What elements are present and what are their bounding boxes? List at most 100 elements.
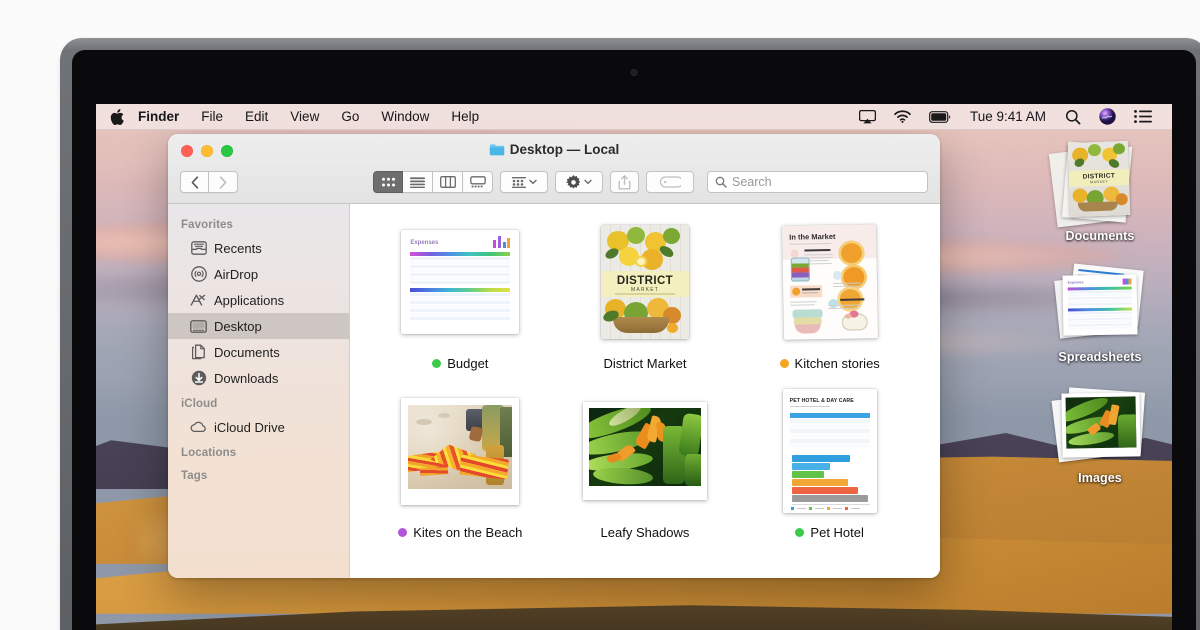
file-label: Budget <box>447 356 489 371</box>
downloads-icon <box>190 370 207 387</box>
desktop-stack-documents[interactable]: DISTRICT MARKET Documents <box>1036 138 1164 243</box>
laptop-frame: Finder File Edit View Go Window Help Tue… <box>60 38 1200 630</box>
gallery-view-button[interactable] <box>463 171 493 193</box>
file-label: Kites on the Beach <box>413 525 523 540</box>
sidebar-item-downloads[interactable]: Downloads <box>168 365 349 391</box>
menu-item-go[interactable]: Go <box>330 104 370 130</box>
window-title: Desktop — Local <box>509 142 620 157</box>
nav-buttons <box>180 171 238 193</box>
desktop-stack-images[interactable]: Images <box>1036 380 1164 485</box>
tags-button[interactable] <box>646 171 694 193</box>
search-icon[interactable] <box>1056 109 1090 125</box>
sidebar-item-label: AirDrop <box>214 266 259 282</box>
file-label: Pet Hotel <box>810 525 864 540</box>
menu-item-finder[interactable]: Finder <box>136 104 190 130</box>
file-item-district-market[interactable]: DISTRICT MARKET District Market <box>553 218 738 371</box>
menu-item-file[interactable]: File <box>190 104 234 130</box>
documents-icon <box>190 344 207 361</box>
district-market-poster: DISTRICT MARKET <box>1045 138 1155 228</box>
airdrop-icon <box>190 266 207 283</box>
sidebar-item-applications[interactable]: Applications <box>168 287 349 313</box>
file-caption: Kitchen stories <box>779 356 880 371</box>
display-bezel: Finder File Edit View Go Window Help Tue… <box>72 50 1196 630</box>
finder-titlebar[interactable]: Desktop — Local Search <box>168 134 940 204</box>
finder-sidebar[interactable]: Favorites Recents AirDrop Applications D… <box>168 204 350 578</box>
file-item-leafy-shadows[interactable]: Leafy Shadows <box>553 387 738 540</box>
sidebar-section-favorites: Favorites <box>181 219 234 231</box>
kitchen-stories-thumbnail: In the Market <box>781 224 878 340</box>
sidebar-item-label: Desktop <box>214 318 262 334</box>
apple-logo-icon[interactable] <box>110 108 136 125</box>
battery-icon[interactable] <box>920 110 960 123</box>
sidebar-section-tags: Tags <box>181 470 208 482</box>
wifi-icon[interactable] <box>885 110 920 123</box>
file-label: Kitchen stories <box>794 356 880 371</box>
menu-item-window[interactable]: Window <box>370 104 440 130</box>
expenses-spreadsheet-thumbnail: Expenses <box>401 230 520 334</box>
sidebar-section-icloud: iCloud <box>181 398 218 410</box>
menu-item-help[interactable]: Help <box>440 104 490 130</box>
search-placeholder: Search <box>732 175 772 189</box>
stack-label: Documents <box>1065 229 1135 243</box>
sidebar-item-label: iCloud Drive <box>214 419 285 435</box>
sidebar-item-icloud-drive[interactable]: iCloud Drive <box>168 414 349 440</box>
thumb-doc-title: Expenses <box>410 240 439 246</box>
menu-item-view[interactable]: View <box>279 104 330 130</box>
sidebar-item-recents[interactable]: Recents <box>168 235 349 261</box>
sidebar-item-label: Downloads <box>214 370 279 386</box>
control-center-icon[interactable] <box>1125 110 1161 123</box>
file-caption: District Market <box>603 356 686 371</box>
sidebar-item-label: Recents <box>214 240 262 256</box>
tag-dot <box>779 359 789 368</box>
siri-icon[interactable] <box>1090 108 1125 125</box>
file-item-kitchen-stories[interactable]: In the Market Kitchen stories <box>737 218 922 371</box>
finder-window[interactable]: Desktop — Local Search Favorites Recents… <box>168 134 940 578</box>
stack-label: Images <box>1078 471 1122 485</box>
menu-bar-status-area: Tue 9:41 AM <box>850 108 1161 125</box>
file-label: District Market <box>603 356 687 371</box>
icon-view-button[interactable] <box>373 171 403 193</box>
group-by-button[interactable] <box>500 171 548 193</box>
menu-bar-clock[interactable]: Tue 9:41 AM <box>960 109 1056 124</box>
desktop-stack-spreadsheets[interactable]: Expenses Spreadsheets <box>1036 259 1164 364</box>
webcam-icon <box>630 69 638 76</box>
recents-icon <box>190 240 207 257</box>
file-item-pet-hotel[interactable]: PET HOTEL & DAY CARE Pet Hotel <box>737 387 922 540</box>
share-button[interactable] <box>610 171 639 193</box>
finder-toolbar[interactable]: Search <box>168 164 940 200</box>
tag-dot <box>795 528 805 537</box>
menu-item-edit[interactable]: Edit <box>234 104 279 130</box>
search-input[interactable]: Search <box>707 171 928 193</box>
file-caption: Leafy Shadows <box>601 525 690 540</box>
column-view-button[interactable] <box>433 171 463 193</box>
icloud-drive-icon <box>190 419 207 436</box>
airplay-icon[interactable] <box>850 109 885 124</box>
sidebar-item-label: Applications <box>214 292 285 308</box>
tag-dot <box>432 359 442 368</box>
sidebar-item-documents[interactable]: Documents <box>168 339 349 365</box>
desktop-stacks: DISTRICT MARKET Documents Expenses Sprea… <box>1036 138 1164 501</box>
district-market-thumbnail: DISTRICT MARKET <box>600 225 689 339</box>
thumb-doc-title: DISTRICT <box>616 275 674 287</box>
leafy-shadows-thumbnail <box>582 402 707 500</box>
pet-hotel-thumbnail: PET HOTEL & DAY CARE <box>782 389 877 513</box>
thumb-doc-title: In the Market <box>788 231 836 242</box>
file-item-kites-on-the-beach[interactable]: Kites on the Beach <box>368 387 553 540</box>
view-mode-switcher[interactable] <box>373 171 493 193</box>
sidebar-item-desktop[interactable]: Desktop <box>168 313 349 339</box>
screen: Finder File Edit View Go Window Help Tue… <box>96 104 1172 630</box>
forward-button[interactable] <box>209 171 238 193</box>
finder-file-grid[interactable]: Expenses Budget DISTRICT MARKET District… <box>350 204 940 578</box>
file-caption: Kites on the Beach <box>398 525 522 540</box>
sidebar-section-locations: Locations <box>181 447 237 459</box>
menu-bar-left: Finder File Edit View Go Window Help <box>110 104 490 130</box>
back-button[interactable] <box>180 171 209 193</box>
screenshot-stage: Finder File Edit View Go Window Help Tue… <box>0 0 1200 630</box>
sidebar-item-airdrop[interactable]: AirDrop <box>168 261 349 287</box>
finder-body: Favorites Recents AirDrop Applications D… <box>168 204 940 578</box>
file-item-budget[interactable]: Expenses Budget <box>368 218 553 371</box>
action-menu-button[interactable] <box>555 171 603 193</box>
list-view-button[interactable] <box>403 171 433 193</box>
file-caption: Pet Hotel <box>795 525 864 540</box>
menu-bar[interactable]: Finder File Edit View Go Window Help Tue… <box>96 104 1172 130</box>
